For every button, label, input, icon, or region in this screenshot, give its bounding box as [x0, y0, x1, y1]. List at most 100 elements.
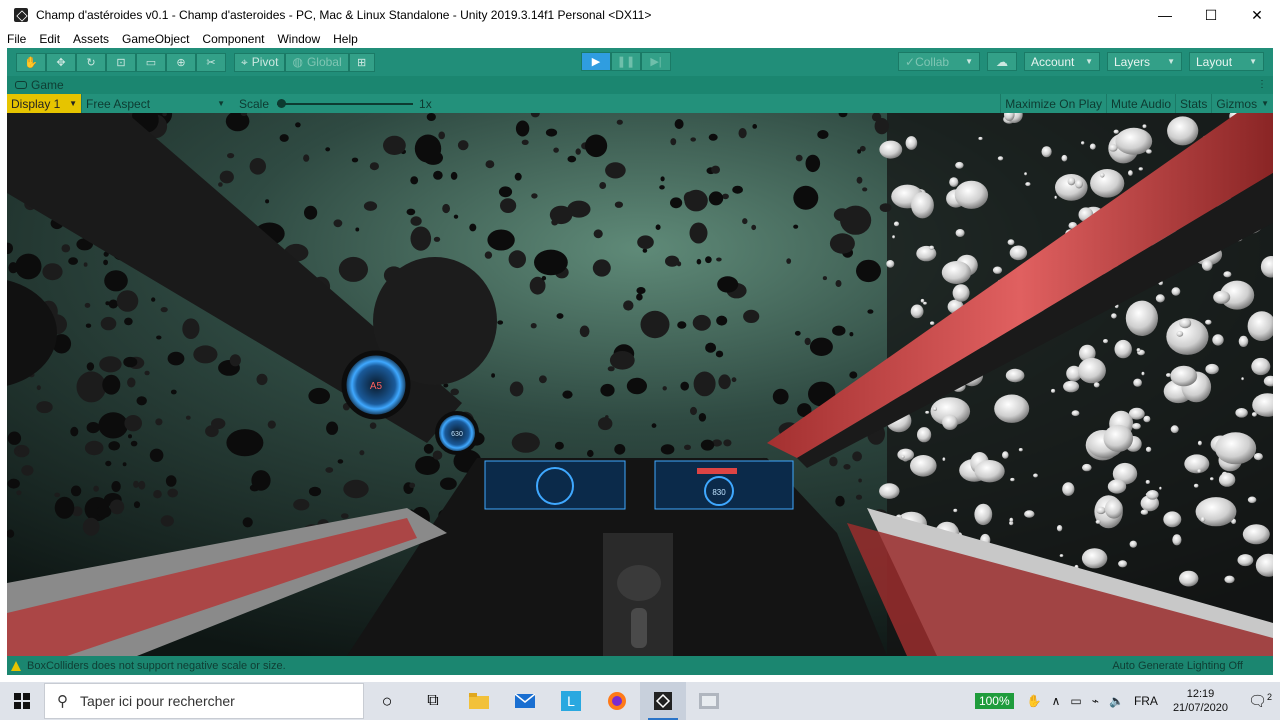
asteroid	[752, 124, 757, 129]
asteroid	[1141, 371, 1145, 376]
task-view-icon[interactable]: ⧉	[410, 682, 456, 720]
asteroid	[696, 258, 702, 265]
asteroid	[1103, 424, 1134, 452]
asteroid	[84, 440, 104, 456]
battery-icon[interactable]: ▭	[1070, 694, 1081, 708]
global-toggle[interactable]: ◍ Global	[285, 52, 349, 72]
network-icon[interactable]: ⌁	[1092, 694, 1099, 708]
asteroid	[1063, 380, 1080, 393]
stats-toggle[interactable]: Stats	[1175, 94, 1211, 113]
transform-tool-icon[interactable]: ⊕	[166, 52, 196, 72]
asteroid	[637, 235, 654, 249]
asteroid	[599, 182, 607, 189]
menu-assets[interactable]: Assets	[66, 32, 115, 46]
move-tool-icon[interactable]: ✥	[46, 52, 76, 72]
step-icon: ▶|	[650, 56, 662, 68]
pivot-toggle[interactable]: ⌖ Pivot	[234, 52, 286, 72]
asteroid	[592, 259, 611, 277]
asteroid	[1210, 477, 1214, 481]
status-warning[interactable]: BoxColliders does not support negative s…	[11, 660, 286, 672]
volume-icon[interactable]: 🔈	[1109, 694, 1124, 708]
menu-file[interactable]: File	[0, 32, 32, 46]
asteroid	[1059, 554, 1064, 558]
language-indicator[interactable]: FRA	[1134, 694, 1158, 708]
pivot-group: ⌖ Pivot ◍ Global ⊞	[234, 52, 375, 72]
menu-help[interactable]: Help	[326, 32, 364, 46]
asteroid	[879, 140, 903, 159]
file-explorer-icon[interactable]	[456, 682, 502, 720]
collab-dropdown[interactable]: ✓Collab ▼	[898, 52, 980, 71]
firefox-icon[interactable]	[594, 682, 640, 720]
layout-dropdown[interactable]: Layout ▼	[1189, 52, 1264, 71]
account-dropdown[interactable]: Account ▼	[1024, 52, 1100, 71]
asteroid	[82, 517, 100, 536]
cloud-button[interactable]: ☁	[987, 52, 1017, 71]
taskbar-search[interactable]: ⚲ Taper ici pour rechercher	[44, 683, 364, 719]
unity-hub-icon[interactable]	[686, 682, 732, 720]
asteroid	[835, 495, 845, 507]
gizmos-toggle[interactable]: Gizmos ▼	[1211, 94, 1273, 113]
asteroid	[677, 321, 687, 329]
custom-tool-icon[interactable]: ✂	[196, 52, 226, 72]
asteroid	[1118, 560, 1128, 568]
mail-icon[interactable]	[502, 682, 548, 720]
asteroid	[1114, 339, 1132, 359]
close-button[interactable]: ✕	[1234, 0, 1280, 30]
unity-taskbar-icon[interactable]	[640, 682, 686, 720]
asteroid	[1089, 143, 1096, 150]
asteroid	[1242, 524, 1270, 545]
asteroid	[182, 318, 200, 339]
aspect-dropdown[interactable]: Free Aspect ▼	[81, 94, 229, 113]
asteroid	[1159, 486, 1162, 490]
play-button[interactable]: ▶	[581, 52, 611, 71]
asteroid	[716, 257, 722, 262]
scale-label: Scale	[239, 96, 270, 111]
start-button[interactable]	[0, 682, 44, 720]
menu-window[interactable]: Window	[270, 32, 326, 46]
scale-slider[interactable]	[277, 98, 414, 108]
asteroid	[642, 248, 648, 253]
app-l-icon[interactable]: L	[548, 682, 594, 720]
layers-dropdown[interactable]: Layers ▼	[1107, 52, 1182, 71]
cortana-icon[interactable]: ○	[364, 682, 410, 720]
display-dropdown[interactable]: Display 1 ▼	[7, 94, 81, 113]
kebab-menu-icon[interactable]: ⋮	[1257, 79, 1267, 90]
menu-edit[interactable]: Edit	[32, 32, 66, 46]
chevron-down-icon: ▼	[965, 57, 973, 66]
menu-gameobject[interactable]: GameObject	[115, 32, 195, 46]
asteroid	[723, 439, 732, 447]
asteroid	[1128, 170, 1133, 176]
asteroid	[670, 197, 683, 209]
asteroid	[855, 494, 863, 500]
asteroid	[897, 448, 914, 461]
asteroid	[1067, 177, 1076, 186]
chevron-up-icon[interactable]: ∧	[1052, 694, 1061, 708]
mute-audio-toggle[interactable]: Mute Audio	[1106, 94, 1175, 113]
asteroid	[1170, 425, 1179, 434]
asteroid	[731, 377, 737, 383]
step-button[interactable]: ▶|	[641, 52, 671, 71]
touch-icon[interactable]: ✋	[1027, 694, 1042, 708]
hand-tool-icon[interactable]: ✋	[16, 52, 46, 72]
notification-center-icon[interactable]: 🗨 2	[1240, 692, 1280, 710]
minimize-button[interactable]: —	[1142, 0, 1188, 30]
scale-tool-icon[interactable]: ⊡	[106, 52, 136, 72]
maximize-on-play-toggle[interactable]: Maximize On Play	[1000, 94, 1106, 113]
asteroid	[614, 201, 624, 208]
game-view-canvas[interactable]: 830 A5 630	[7, 113, 1273, 656]
menu-component[interactable]: Component	[195, 32, 270, 46]
grid-snap-icon[interactable]: ⊞	[348, 52, 375, 72]
asteroid	[86, 422, 100, 434]
maximize-button[interactable]: ☐	[1188, 0, 1234, 30]
asteroid	[840, 205, 872, 235]
rotate-tool-icon[interactable]: ↻	[76, 52, 106, 72]
svg-text:L: L	[567, 693, 575, 709]
asteroid	[1237, 554, 1254, 567]
clock[interactable]: 12:19 21/07/2020	[1173, 687, 1228, 715]
battery-level[interactable]: 100%	[974, 693, 1014, 709]
tab-game[interactable]: Game	[15, 78, 64, 92]
asteroid	[7, 478, 20, 489]
scale-slider-knob[interactable]	[277, 98, 287, 108]
rect-tool-icon[interactable]: ▭	[136, 52, 166, 72]
pause-button[interactable]: ❚❚	[611, 52, 641, 71]
